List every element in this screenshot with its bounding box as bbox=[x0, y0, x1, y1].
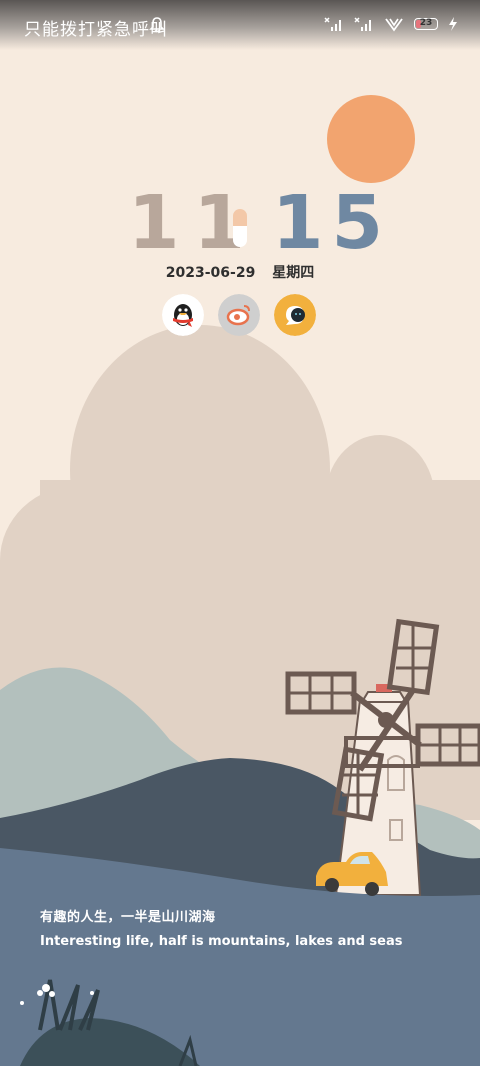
chat-bubble-icon bbox=[274, 294, 316, 336]
penguin-icon bbox=[162, 294, 204, 336]
notification-bell-icon bbox=[149, 17, 165, 33]
signal-no-service-icon bbox=[354, 17, 371, 31]
sun-illustration bbox=[327, 95, 415, 183]
chat-shortcut[interactable] bbox=[274, 294, 316, 336]
weibo-icon bbox=[218, 294, 260, 336]
quote-english: Interesting life, half is mountains, lak… bbox=[40, 934, 403, 949]
battery-icon: 23 bbox=[414, 18, 438, 30]
battery-level: 23 bbox=[419, 18, 433, 28]
shortcut-apps bbox=[162, 294, 316, 336]
quote-chinese: 有趣的人生，一半是山川湖海 bbox=[40, 910, 216, 925]
wallpaper-quote: 有趣的人生，一半是山川湖海 Interesting life, half is … bbox=[40, 906, 403, 949]
signal-no-service-icon bbox=[324, 17, 341, 31]
clock-separator bbox=[233, 209, 247, 247]
status-bar: 只能拨打紧急呼叫 23 bbox=[0, 0, 480, 50]
weekday-text: 星期四 bbox=[272, 265, 315, 281]
lockscreen-clock: 11 15 bbox=[0, 180, 480, 266]
date-text: 2023-06-29 bbox=[165, 265, 256, 281]
charging-bolt-icon bbox=[449, 17, 457, 31]
wifi-icon bbox=[385, 18, 403, 32]
weibo-shortcut[interactable] bbox=[218, 294, 260, 336]
carrier-status-text: 只能拨打紧急呼叫 bbox=[24, 20, 168, 40]
date-line: 2023-06-29 星期四 bbox=[0, 262, 480, 282]
clock-minutes: 15 bbox=[272, 180, 391, 266]
qq-shortcut[interactable] bbox=[162, 294, 204, 336]
